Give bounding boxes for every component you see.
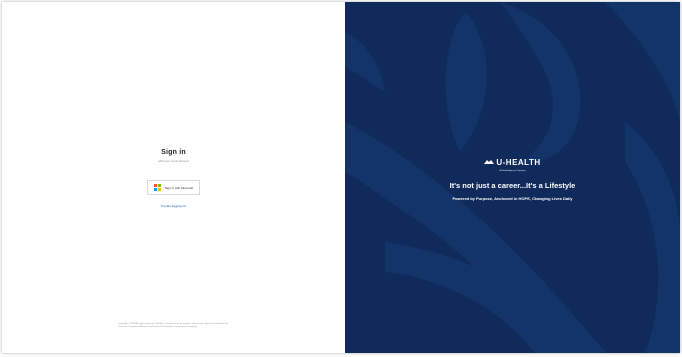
signin-title: Sign in <box>161 149 186 156</box>
headline: It's not just a career...It's a Lifestyl… <box>449 181 576 190</box>
logo-subtext: A Global Agency Company <box>499 170 526 172</box>
signin-subtitle: with your work account <box>158 159 189 163</box>
u-health-logo: U-HEALTH <box>484 158 540 167</box>
signin-form: Sign in with your work account Sign in w… <box>2 149 345 208</box>
brand-block: U-HEALTH A Global Agency Company It's no… <box>345 152 680 202</box>
tagline: Powered by Purpose, Anchored in HOPE, Ch… <box>452 196 573 201</box>
signin-panel: Sign in with your work account Sign in w… <box>2 2 345 353</box>
logo-text: U-HEALTH <box>496 157 541 167</box>
microsoft-logo-icon <box>153 184 161 191</box>
microsoft-button-label: Sign in with Microsoft <box>164 185 194 190</box>
brand-panel: U-HEALTH A Global Agency Company It's no… <box>345 2 680 353</box>
eagle-icon <box>484 160 495 164</box>
sign-in-with-microsoft-button[interactable]: Sign in with Microsoft <box>146 180 201 195</box>
trouble-logging-in-link[interactable]: Trouble logging in? <box>2 204 345 208</box>
copyright-text: Copyright © 2025 All rights reserved. U-… <box>118 323 229 329</box>
login-window: Sign in with your work account Sign in w… <box>2 2 680 353</box>
